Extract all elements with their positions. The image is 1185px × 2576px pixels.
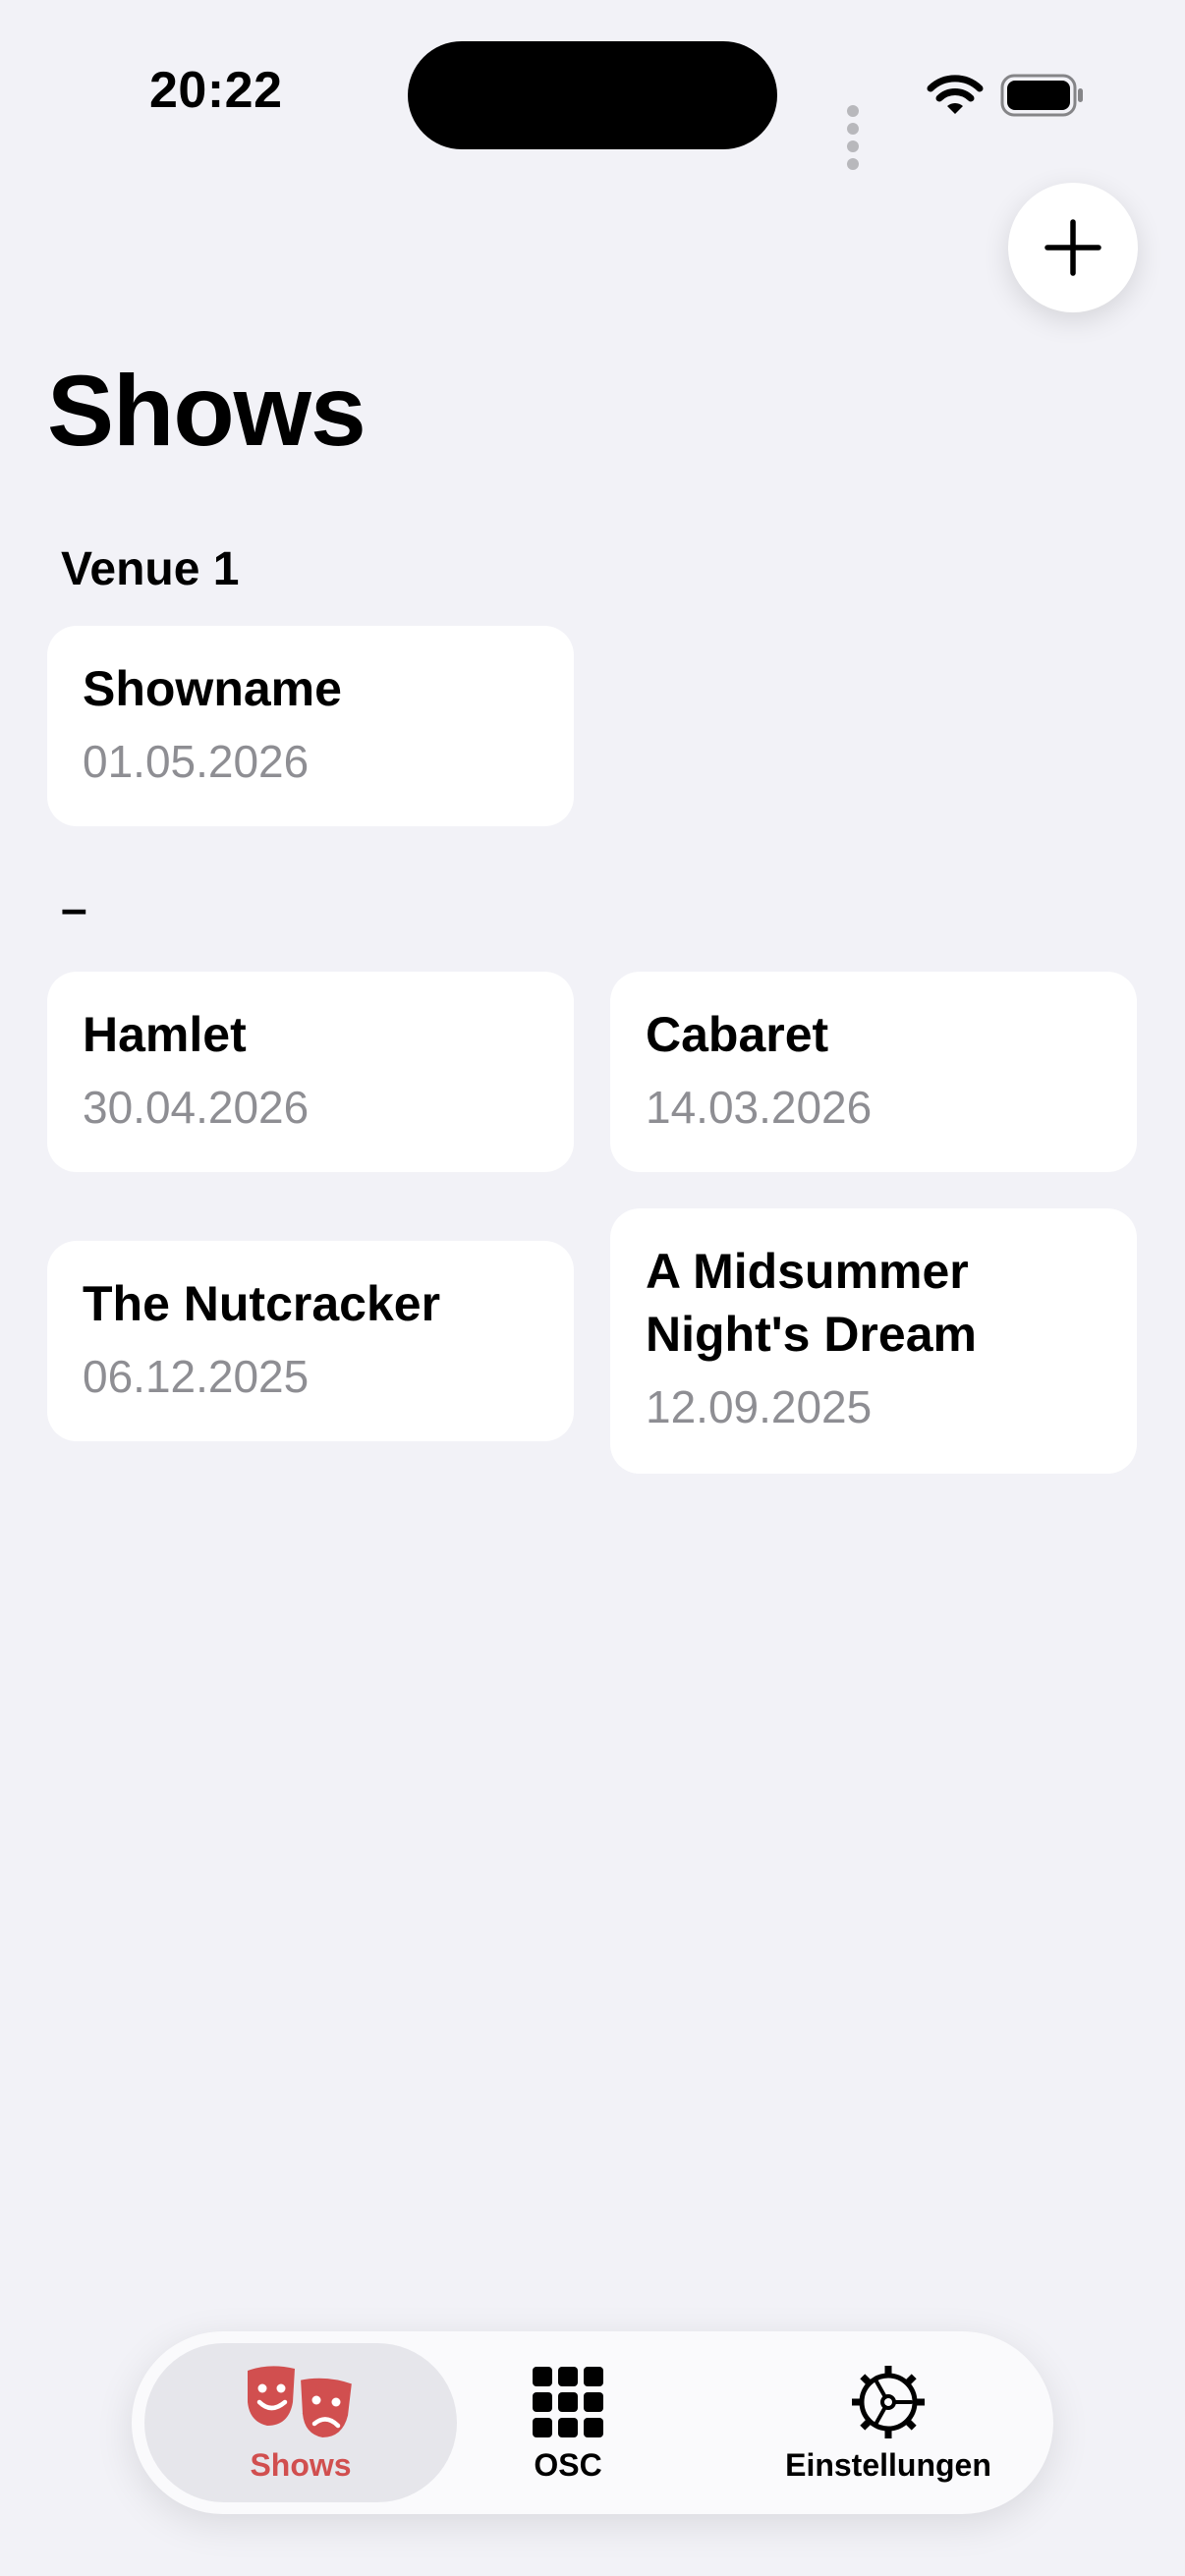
show-date: 30.04.2026 xyxy=(83,1082,310,1133)
page-title: Shows xyxy=(47,355,367,467)
tab-label: Einstellungen xyxy=(785,2446,991,2483)
show-card[interactable]: Showname 01.05.2026 xyxy=(47,626,574,826)
tab-label: OSC xyxy=(534,2446,602,2483)
plus-icon xyxy=(1044,219,1101,276)
show-name: A Midsummer Night's Dream xyxy=(646,1244,977,1362)
show-card[interactable]: Cabaret 14.03.2026 xyxy=(610,972,1137,1172)
grid-icon xyxy=(533,2366,603,2437)
show-date: 12.09.2025 xyxy=(646,1381,873,1432)
dynamic-island xyxy=(408,41,777,149)
show-name: Showname xyxy=(83,661,342,716)
show-card[interactable]: The Nutcracker 06.12.2025 xyxy=(47,1241,574,1441)
tab-osc[interactable]: OSC xyxy=(477,2343,659,2502)
tab-einstellungen[interactable]: Einstellungen xyxy=(761,2343,1016,2502)
show-card[interactable]: A Midsummer Night's Dream 12.09.2025 xyxy=(610,1208,1137,1474)
show-date: 01.05.2026 xyxy=(83,736,310,787)
status-time: 20:22 xyxy=(149,62,283,119)
show-date: 06.12.2025 xyxy=(83,1351,310,1402)
gear-icon xyxy=(852,2365,925,2438)
show-name: The Nutcracker xyxy=(83,1276,441,1331)
tab-bar: Shows OSC Einstellungen xyxy=(132,2331,1053,2514)
theater-masks-icon xyxy=(248,2365,357,2441)
show-card[interactable]: Hamlet 30.04.2026 xyxy=(47,972,574,1172)
add-show-button[interactable] xyxy=(1008,183,1138,312)
tab-label: Shows xyxy=(250,2446,352,2483)
show-name: Cabaret xyxy=(646,1007,829,1062)
wifi-icon xyxy=(927,75,984,114)
section-header-no-venue: – xyxy=(61,883,87,935)
show-name: Hamlet xyxy=(83,1007,247,1062)
show-date: 14.03.2026 xyxy=(646,1082,873,1133)
battery-icon xyxy=(1000,74,1083,117)
cellular-signal-icon xyxy=(847,104,863,175)
section-header-venue: Venue 1 xyxy=(61,543,240,595)
tab-shows[interactable]: Shows xyxy=(144,2343,457,2502)
